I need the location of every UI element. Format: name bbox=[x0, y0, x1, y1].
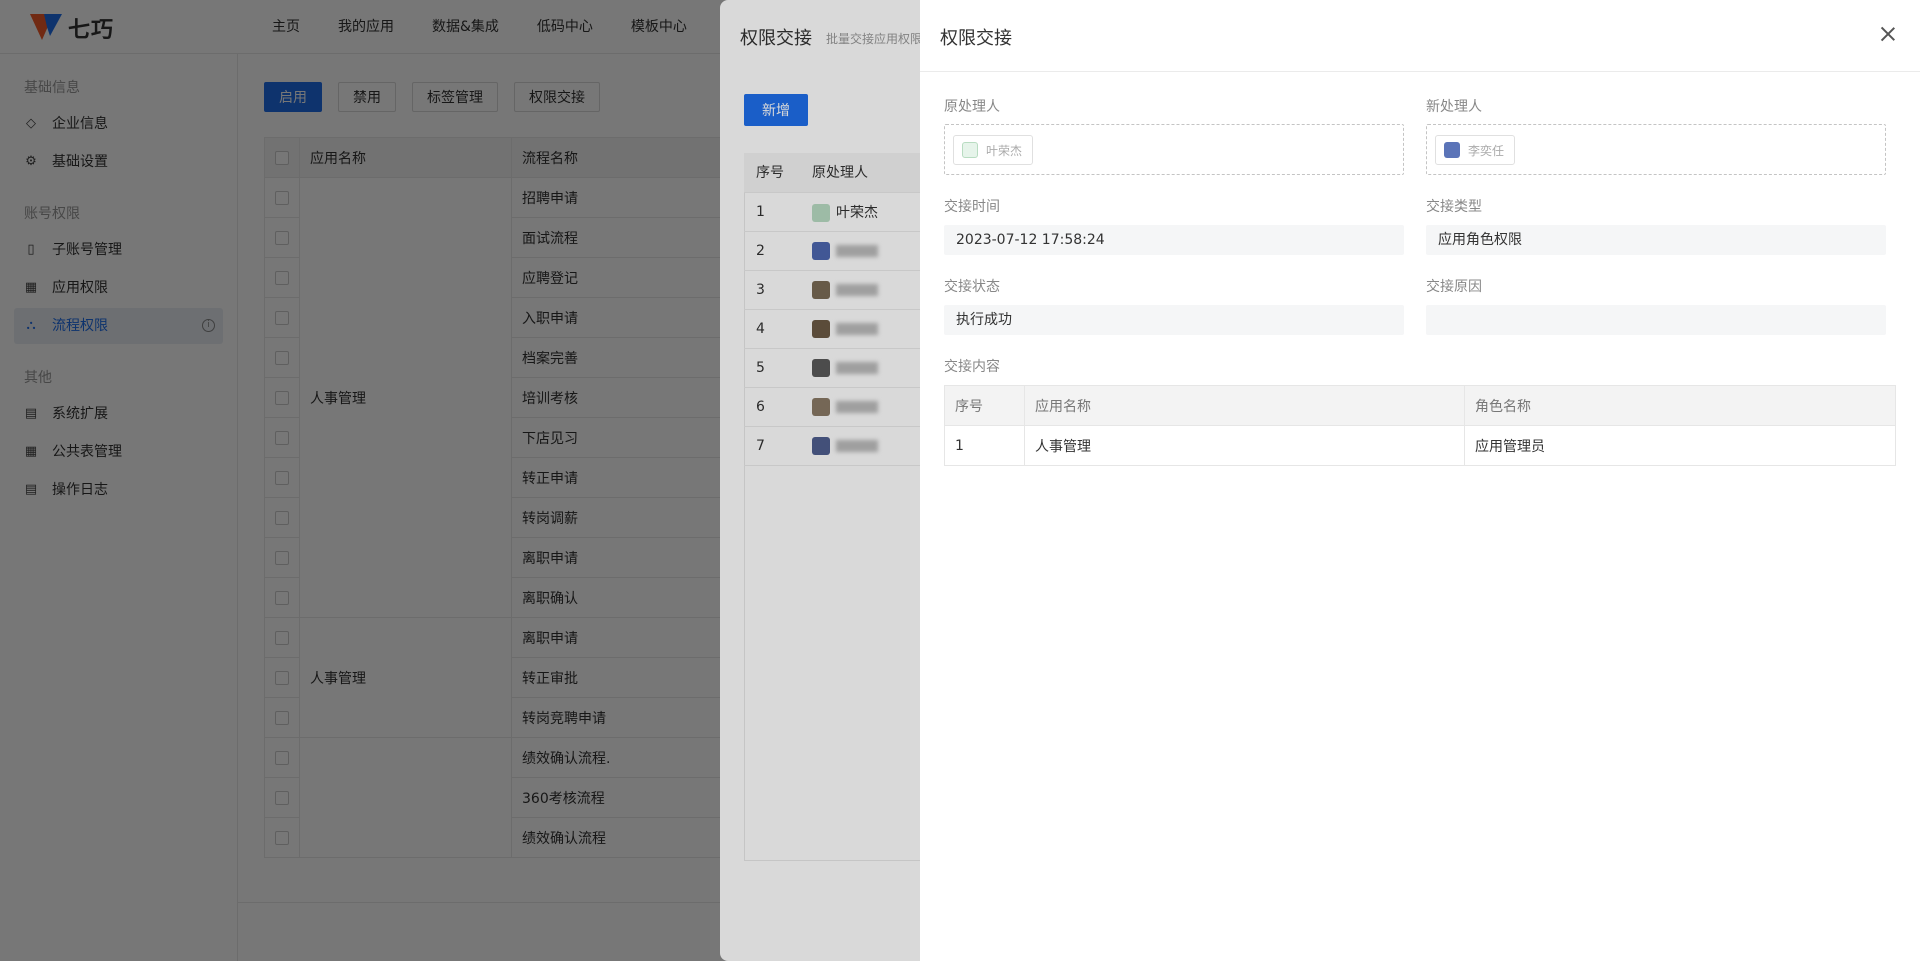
table-row: 1 人事管理 应用管理员 bbox=[944, 425, 1896, 466]
transfer-content-label: 交接内容 bbox=[944, 359, 1000, 375]
column-header: 序号 bbox=[944, 385, 1025, 426]
avatar bbox=[1444, 142, 1460, 158]
transfer-content-table: 序号 应用名称 角色名称 1 人事管理 应用管理员 bbox=[944, 385, 1896, 466]
app-name-cell: 人事管理 bbox=[1024, 425, 1465, 466]
transfer-time-value: 2023-07-12 17:58:24 bbox=[944, 225, 1404, 255]
user-tag: 李奕任 bbox=[1435, 135, 1516, 165]
new-handler-label: 新处理人 bbox=[1426, 99, 1482, 115]
role-name-cell: 应用管理员 bbox=[1464, 425, 1896, 466]
close-icon[interactable] bbox=[1878, 24, 1898, 44]
drawer-title: 权限交接 bbox=[940, 28, 1012, 49]
user-tag: 叶荣杰 bbox=[953, 135, 1034, 165]
original-handler-picker[interactable]: 叶荣杰 bbox=[944, 124, 1404, 175]
transfer-type-label: 交接类型 bbox=[1426, 199, 1482, 215]
avatar bbox=[962, 142, 978, 158]
original-handler-label: 原处理人 bbox=[944, 99, 1000, 115]
user-tag-name: 李奕任 bbox=[1468, 143, 1505, 158]
drawer-header: 权限交接 bbox=[920, 0, 1920, 72]
overlay-mask-secondary[interactable] bbox=[0, 0, 920, 961]
new-handler-picker[interactable]: 李奕任 bbox=[1426, 124, 1886, 175]
transfer-status-value: 执行成功 bbox=[944, 305, 1404, 335]
transfer-reason-value bbox=[1426, 305, 1886, 335]
transfer-detail-drawer: 权限交接 原处理人 叶荣杰 新处理人 李奕任 交接时间 2023-07-12 1… bbox=[920, 0, 1920, 961]
row-index: 1 bbox=[944, 425, 1025, 466]
transfer-reason-label: 交接原因 bbox=[1426, 279, 1482, 295]
user-tag-name: 叶荣杰 bbox=[986, 143, 1023, 158]
column-header: 应用名称 bbox=[1024, 385, 1465, 426]
transfer-type-value: 应用角色权限 bbox=[1426, 225, 1886, 255]
column-header: 角色名称 bbox=[1464, 385, 1896, 426]
transfer-time-label: 交接时间 bbox=[944, 199, 1000, 215]
transfer-status-label: 交接状态 bbox=[944, 279, 1000, 295]
